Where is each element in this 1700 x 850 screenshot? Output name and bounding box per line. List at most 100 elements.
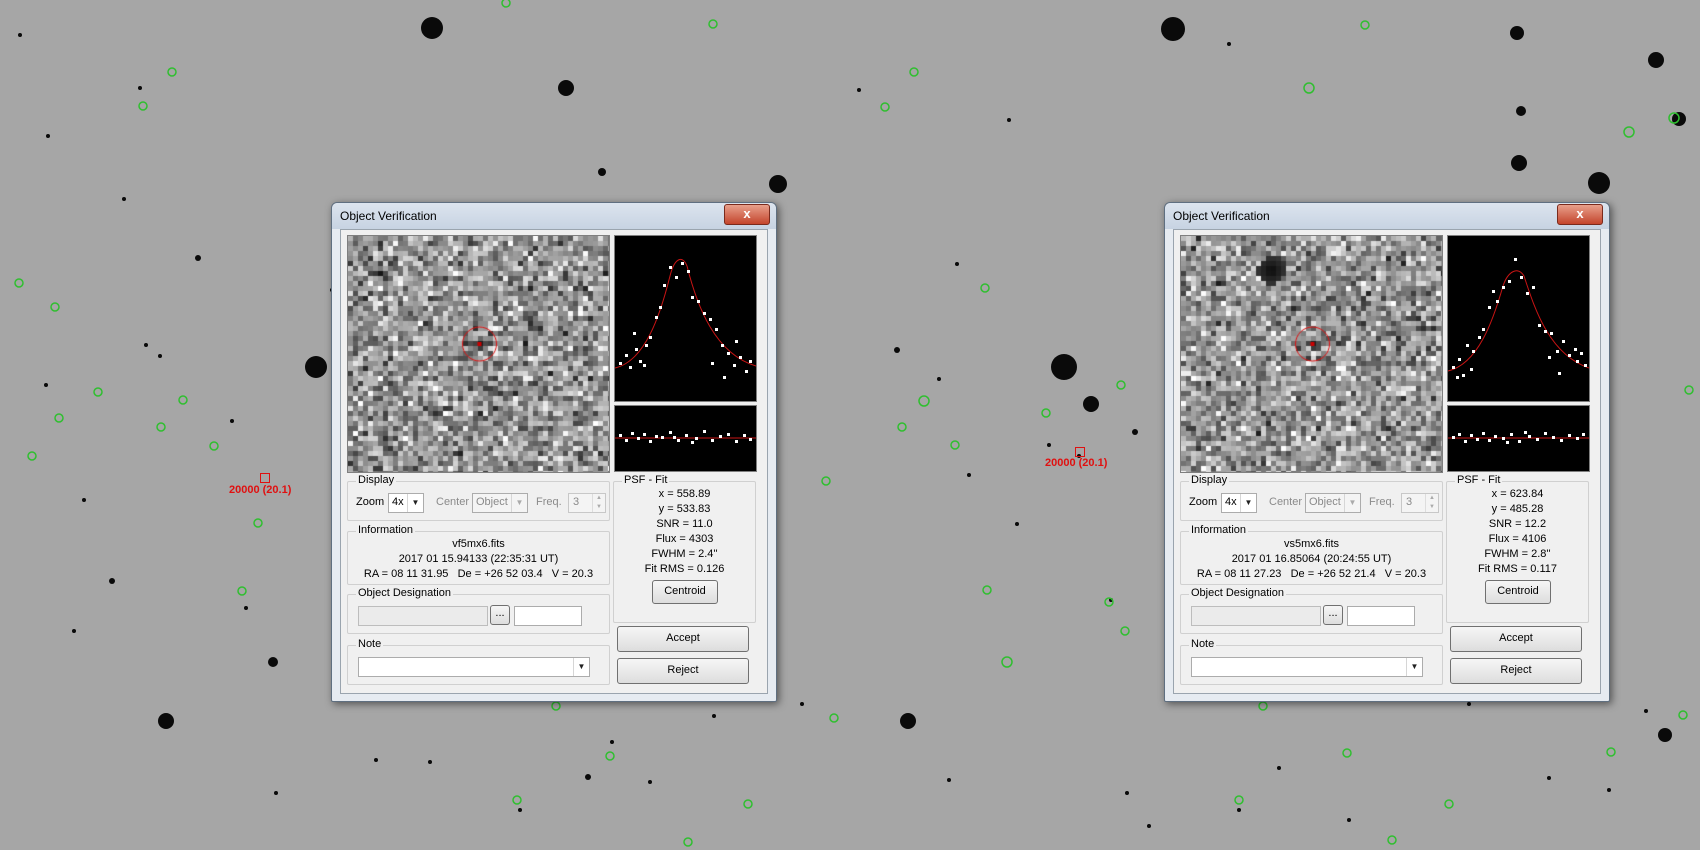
note-group: Note ▼ xyxy=(347,638,610,685)
browse-designation-button[interactable]: ... xyxy=(1323,605,1343,625)
psf-fwhm: FWHM = 2.4'' xyxy=(651,548,718,560)
note-group: Note ▼ xyxy=(1180,638,1443,685)
close-icon: x xyxy=(1576,206,1584,221)
dialog-title: Object Verification xyxy=(1173,209,1270,223)
designation-combo[interactable] xyxy=(358,606,488,626)
psf-residual-plot xyxy=(1447,405,1590,472)
dialog-client-area: Display Zoom 4x ▼ Center Object ▼ Freq. 3 ▲… xyxy=(1173,229,1601,694)
center-select[interactable]: Object ▼ xyxy=(472,493,528,513)
center-select[interactable]: Object ▼ xyxy=(1305,493,1361,513)
information-group-label: Information xyxy=(356,524,416,536)
object-coordinates: RA = 08 11 31.95 De = +26 52 03.4 V = 20… xyxy=(363,568,594,580)
residual-points xyxy=(619,430,752,444)
center-value: Object xyxy=(476,496,508,508)
zoom-select[interactable]: 4x ▼ xyxy=(388,493,424,513)
psf-fit-group-label: PSF - Fit xyxy=(622,474,670,486)
designation-group-label: Object Designation xyxy=(356,587,453,599)
object-cutout-image[interactable] xyxy=(1180,235,1443,473)
psf-y: y = 533.83 xyxy=(658,503,711,515)
designation-field[interactable] xyxy=(1347,606,1415,626)
psf-fit-curve xyxy=(1448,270,1589,372)
object-designation-group: Object Designation ... xyxy=(347,587,610,634)
chevron-down-icon: ▼ xyxy=(407,494,423,512)
ellipsis-icon: ... xyxy=(495,607,505,619)
center-label: Center xyxy=(1269,496,1303,508)
observation-datetime: 2017 01 15.94133 (22:35:31 UT) xyxy=(398,553,559,565)
psf-fit-rms: Fit RMS = 0.117 xyxy=(1478,563,1557,575)
dialog-title: Object Verification xyxy=(340,209,437,223)
information-group: Information vs5mx6.fits 2017 01 16.85064… xyxy=(1180,524,1443,585)
centroid-button[interactable]: Centroid xyxy=(1485,580,1551,604)
note-select[interactable]: ▼ xyxy=(358,657,590,677)
object-cutout-image[interactable] xyxy=(347,235,610,473)
freq-label: Freq. xyxy=(536,496,562,508)
object-verification-dialog: Object Verification x Display Zoom 4x ▼ … xyxy=(331,202,777,702)
psf-data-points xyxy=(1452,258,1587,379)
freq-spinner[interactable]: 3 ▲ ▼ xyxy=(1401,493,1439,513)
chevron-down-icon: ▼ xyxy=(1406,658,1422,676)
browse-designation-button[interactable]: ... xyxy=(490,605,510,625)
file-name: vf5mx6.fits xyxy=(452,538,505,550)
psf-fit-group-label: PSF - Fit xyxy=(1455,474,1503,486)
spin-arrows-icon: ▲ ▼ xyxy=(592,494,605,512)
psf-fit-curve xyxy=(615,258,756,369)
target-marker xyxy=(1075,447,1085,457)
close-button[interactable]: x xyxy=(724,204,770,225)
close-button[interactable]: x xyxy=(1557,204,1603,225)
object-verification-dialog: Object Verification x Display Zoom 4x ▼ … xyxy=(1164,202,1610,702)
psf-fit-group: PSF - Fit x = 623.84 y = 485.28 SNR = 12… xyxy=(1446,474,1589,623)
psf-fwhm: FWHM = 2.8'' xyxy=(1484,548,1551,560)
reject-button[interactable]: Reject xyxy=(1450,658,1582,684)
zoom-label: Zoom xyxy=(1189,496,1218,508)
information-group: Information vf5mx6.fits 2017 01 15.94133… xyxy=(347,524,610,585)
accept-button[interactable]: Accept xyxy=(1450,626,1582,652)
title-bar[interactable]: Object Verification x xyxy=(332,203,776,229)
file-name: vs5mx6.fits xyxy=(1283,538,1339,550)
psf-snr: SNR = 12.2 xyxy=(1488,518,1547,530)
information-group-label: Information xyxy=(1189,524,1249,536)
freq-spinner[interactable]: 3 ▲ ▼ xyxy=(568,493,606,513)
chevron-down-icon: ▼ xyxy=(511,494,527,512)
psf-residual-plot xyxy=(614,405,757,472)
target-label: 20000 (20.1) xyxy=(229,484,292,496)
freq-label: Freq. xyxy=(1369,496,1395,508)
note-select[interactable]: ▼ xyxy=(1191,657,1423,677)
dialog-client-area: Display Zoom 4x ▼ Center Object ▼ Freq. 3 ▲… xyxy=(340,229,768,694)
note-group-label: Note xyxy=(1189,638,1217,650)
freq-value: 3 xyxy=(1406,496,1413,508)
psf-x: x = 558.89 xyxy=(658,488,711,500)
designation-combo[interactable] xyxy=(1191,606,1321,626)
display-group: Display Zoom 4x ▼ Center Object ▼ Freq. 3 ▲… xyxy=(347,474,610,521)
close-icon: x xyxy=(743,206,751,221)
designation-field[interactable] xyxy=(514,606,582,626)
reject-button[interactable]: Reject xyxy=(617,658,749,684)
center-value: Object xyxy=(1309,496,1341,508)
psf-flux: Flux = 4106 xyxy=(1488,533,1547,545)
accept-button[interactable]: Accept xyxy=(617,626,749,652)
zoom-select[interactable]: 4x ▼ xyxy=(1221,493,1257,513)
chevron-down-icon: ▼ xyxy=(573,658,589,676)
note-group-label: Note xyxy=(356,638,384,650)
zoom-value: 4x xyxy=(392,496,404,508)
psf-profile-plot xyxy=(614,235,757,402)
chevron-down-icon: ▼ xyxy=(1240,494,1256,512)
centroid-button[interactable]: Centroid xyxy=(652,580,718,604)
zoom-label: Zoom xyxy=(356,496,385,508)
psf-fit-rms: Fit RMS = 0.126 xyxy=(644,563,725,575)
psf-profile-plot xyxy=(1447,235,1590,402)
object-designation-group: Object Designation ... xyxy=(1180,587,1443,634)
psf-flux: Flux = 4303 xyxy=(655,533,714,545)
display-group: Display Zoom 4x ▼ Center Object ▼ Freq. 3 ▲… xyxy=(1180,474,1443,521)
target-label: 20000 (20.1) xyxy=(1045,457,1108,469)
chevron-down-icon: ▼ xyxy=(1344,494,1360,512)
psf-y: y = 485.28 xyxy=(1491,503,1544,515)
display-group-label: Display xyxy=(1189,474,1230,486)
target-marker xyxy=(260,473,270,483)
ellipsis-icon: ... xyxy=(1328,607,1338,619)
object-coordinates: RA = 08 11 27.23 De = +26 52 21.4 V = 20… xyxy=(1196,568,1427,580)
psf-fit-group: PSF - Fit x = 558.89 y = 533.83 SNR = 11… xyxy=(613,474,756,623)
psf-x: x = 623.84 xyxy=(1491,488,1544,500)
center-label: Center xyxy=(436,496,470,508)
freq-value: 3 xyxy=(573,496,580,508)
title-bar[interactable]: Object Verification x xyxy=(1165,203,1609,229)
